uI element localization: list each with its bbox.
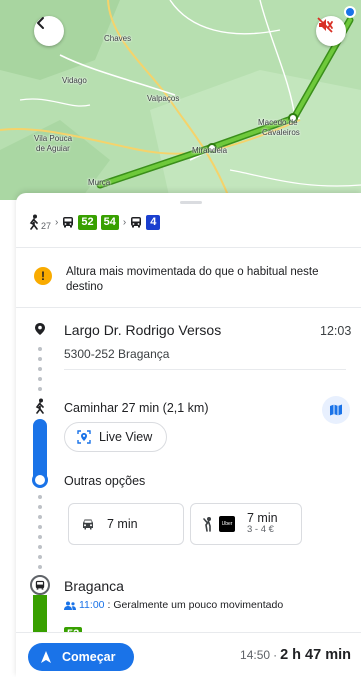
bus-line-badge: 52: [78, 214, 97, 230]
transfer-node: [32, 472, 48, 488]
location-pin-icon: [35, 323, 45, 335]
route-dot: [38, 565, 42, 569]
divider: [16, 247, 361, 248]
bus-line-badge: 4: [146, 214, 161, 230]
map-label-vidago: Vidago: [62, 76, 87, 85]
route-dot: [38, 535, 42, 539]
bus-icon: [131, 217, 142, 228]
route-dot: [38, 347, 42, 351]
route-dot: [38, 525, 42, 529]
trip-duration: 2 h 47 min: [280, 647, 351, 663]
trip-summary: 14:50 · 2 h 47 min: [240, 647, 351, 663]
mute-voice-button[interactable]: [316, 16, 346, 46]
map-label-macedo: Macedo de: [258, 118, 298, 127]
car-option-card[interactable]: 7 min: [68, 503, 184, 545]
route-dot: [38, 515, 42, 519]
map-view-button[interactable]: [322, 396, 350, 424]
volume-off-icon: [317, 17, 333, 33]
map-label-cavaleiros: Cavaleiros: [262, 128, 300, 137]
chevron-right-icon: ›: [55, 216, 59, 228]
origin-time: 12:03: [320, 324, 352, 338]
crowd-alert-text: Altura mais movimentada do que o habitua…: [66, 266, 319, 293]
drag-handle[interactable]: [180, 201, 202, 204]
divider: [16, 307, 361, 308]
map-label-chaves: Chaves: [104, 34, 132, 43]
origin-address: 5300-252 Bragança: [64, 347, 170, 361]
route-dot: [38, 377, 42, 381]
map-label-murca: Murça: [88, 178, 111, 187]
directions-sheet[interactable]: 27 › 52 54 › 4 ! Altura mais movimentada: [16, 193, 361, 677]
map-view[interactable]: Chaves Vidago Valpaços Vila Pouca de Agu…: [0, 0, 361, 200]
map-label-de-aguiar: de Aguiar: [36, 144, 70, 153]
route-dot: [38, 545, 42, 549]
bus-crowd-info: 11:00: Geralmente um pouco movimentado: [64, 599, 283, 611]
warning-icon: !: [34, 267, 52, 285]
uber-option-card[interactable]: Uber 7 min 3 - 4 €: [190, 503, 302, 545]
back-arrow-icon: [37, 17, 44, 29]
walk-minutes: 27: [41, 221, 52, 231]
directions-screen: Chaves Vidago Valpaços Vila Pouca de Agu…: [0, 0, 361, 677]
origin-name[interactable]: Largo Dr. Rodrigo Versos: [64, 322, 221, 338]
route-dot: [38, 357, 42, 361]
map-label-mirandela: Mirandela: [192, 146, 228, 155]
bus-icon: [63, 217, 74, 228]
live-view-label: Live View: [99, 430, 153, 444]
route-dot: [38, 387, 42, 391]
car-icon: [83, 519, 93, 530]
walk-step-label: Caminhar 27 min (2,1 km): [64, 401, 209, 415]
walk-icon: [29, 214, 38, 230]
bus-stop-name[interactable]: Braganca: [64, 578, 124, 594]
separator-dot: ·: [273, 648, 278, 662]
map-icon: [330, 404, 342, 416]
crowd-alert: ! Altura mais movimentada do que o habit…: [34, 265, 334, 295]
bus-departure-time: 11:00: [79, 599, 105, 611]
chevron-right-icon: ›: [122, 216, 127, 228]
back-button[interactable]: [34, 16, 64, 46]
divider: [64, 369, 346, 370]
route-dot: [38, 505, 42, 509]
bus-line-badge: 54: [100, 214, 119, 230]
walk-route-segment: [33, 419, 47, 477]
other-options-title: Outras opções: [64, 474, 146, 488]
bottom-action-bar: Começar 14:50 · 2 h 47 min: [16, 632, 361, 677]
car-duration: 7 min: [107, 517, 138, 531]
map-label-valpacos: Valpaços: [147, 94, 180, 103]
route-dot: [38, 555, 42, 559]
arrival-time: 14:50: [240, 648, 271, 662]
crowd-level-text: : Geralmente um pouco movimentado: [107, 599, 284, 611]
live-view-icon: [77, 430, 91, 444]
uber-duration: 7 min: [247, 511, 278, 525]
uber-price: 3 - 4 €: [247, 524, 274, 535]
uber-logo: Uber: [219, 516, 235, 532]
bus-stop-node: [30, 575, 50, 595]
start-button[interactable]: Começar: [28, 643, 134, 671]
route-dot: [38, 367, 42, 371]
map-label-vila-pouca: Vila Pouca: [34, 134, 73, 143]
people-icon: [64, 601, 76, 610]
walk-icon: [35, 398, 44, 414]
route-dot: [38, 495, 42, 499]
start-button-label: Começar: [62, 650, 116, 664]
navigation-arrow-icon: [41, 651, 51, 663]
live-view-button[interactable]: Live View: [64, 422, 168, 452]
bus-route-segment: [33, 595, 47, 635]
bus-icon: [35, 580, 45, 590]
hail-icon: [203, 517, 211, 532]
route-summary[interactable]: 27 › 52 54 › 4: [28, 211, 161, 233]
